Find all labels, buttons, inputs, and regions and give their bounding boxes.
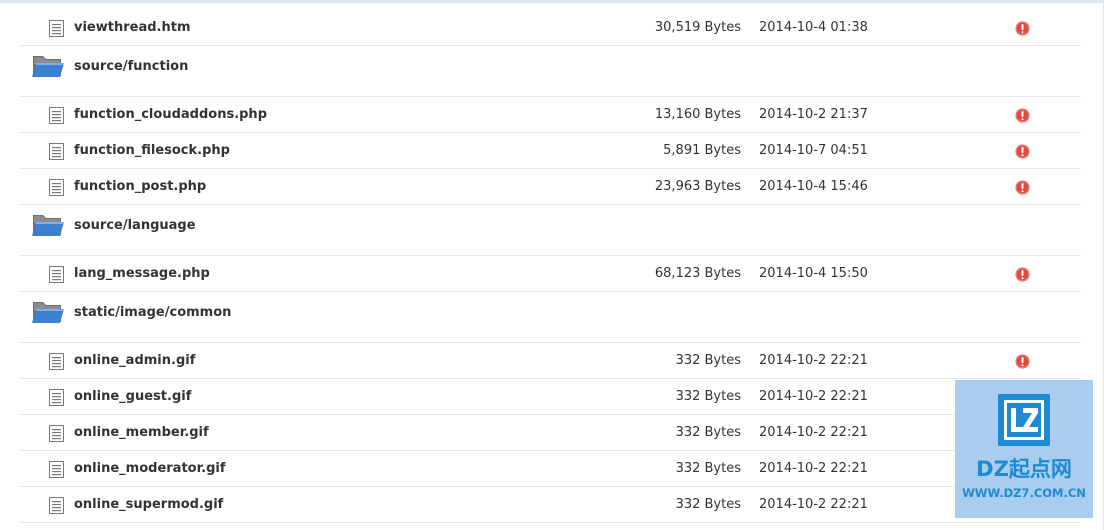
watermark-logo-mark: [998, 394, 1050, 446]
file-row: function_post.php 23,963 Bytes 2014-10-4 1…: [19, 169, 1081, 205]
warning-icon[interactable]: [1015, 21, 1030, 36]
file-size: 332 Bytes: [675, 425, 741, 440]
directory-row: static/image/common: [19, 292, 1081, 343]
file-row: online_supermod.gif 332 Bytes 2014-10-2 22…: [19, 487, 1081, 523]
directory-path: static/image/common: [74, 305, 232, 320]
file-size: 23,963 Bytes: [654, 179, 741, 194]
lz-logo-icon: [1004, 400, 1044, 440]
warning-icon[interactable]: [1015, 354, 1030, 369]
warning-icon[interactable]: [1015, 180, 1030, 195]
directory-row: source/language: [19, 205, 1081, 256]
file-modified-date: 2014-10-7 04:51: [759, 143, 868, 158]
file-modified-date: 2014-10-2 22:21: [759, 497, 868, 512]
file-name: function_filesock.php: [74, 143, 230, 158]
file-row: function_cloudaddons.php 13,160 Bytes 2014…: [19, 97, 1081, 133]
file-size: 5,891 Bytes: [663, 143, 741, 158]
file-size: 30,519 Bytes: [654, 20, 741, 35]
file-row: online_guest.gif 332 Bytes 2014-10-2 22:21: [19, 379, 1081, 415]
file-modified-date: 2014-10-4 15:46: [759, 179, 868, 194]
warning-icon[interactable]: [1015, 144, 1030, 159]
file-name: function_post.php: [74, 179, 207, 194]
file-modified-date: 2014-10-2 21:37: [759, 107, 868, 122]
file-size: 332 Bytes: [675, 461, 741, 476]
document-icon: [49, 179, 64, 196]
file-size: 332 Bytes: [675, 497, 741, 512]
file-name: lang_message.php: [74, 266, 210, 281]
document-icon: [49, 107, 64, 124]
document-icon: [49, 20, 64, 37]
file-modified-date: 2014-10-4 01:38: [759, 20, 868, 35]
document-icon: [49, 353, 64, 370]
file-name: viewthread.htm: [74, 20, 191, 35]
file-name: function_cloudaddons.php: [74, 107, 267, 122]
file-name: online_moderator.gif: [74, 461, 226, 476]
watermark-site-name: DZ起点网: [976, 457, 1072, 481]
file-modified-date: 2014-10-2 22:21: [759, 461, 868, 476]
document-icon: [49, 143, 64, 160]
file-row: online_admin.gif 332 Bytes 2014-10-2 22:21: [19, 343, 1081, 379]
file-row: online_member.gif 332 Bytes 2014-10-2 22:2…: [19, 415, 1081, 451]
file-modified-date: 2014-10-2 22:21: [759, 353, 868, 368]
file-size: 332 Bytes: [675, 389, 741, 404]
watermark-logo: DZ起点网 WWW.DZ7.COM.CN: [955, 380, 1093, 518]
warning-icon[interactable]: [1015, 267, 1030, 282]
file-modified-date: 2014-10-2 22:21: [759, 389, 868, 404]
file-name: online_guest.gif: [74, 389, 192, 404]
directory-row: source/function: [19, 46, 1081, 97]
document-icon: [49, 497, 64, 514]
file-size: 68,123 Bytes: [654, 266, 741, 281]
file-name: online_member.gif: [74, 425, 209, 440]
watermark-site-url: WWW.DZ7.COM.CN: [962, 486, 1086, 500]
directory-path: source/function: [74, 59, 189, 74]
file-size: 332 Bytes: [675, 353, 741, 368]
file-name: online_supermod.gif: [74, 497, 224, 512]
file-size: 13,160 Bytes: [654, 107, 741, 122]
document-icon: [49, 461, 64, 478]
file-list: viewthread.htm 30,519 Bytes 2014-10-4 01:3…: [19, 10, 1081, 523]
folder-icon: [31, 296, 65, 326]
file-row: viewthread.htm 30,519 Bytes 2014-10-4 01:3…: [19, 10, 1081, 46]
file-modified-date: 2014-10-4 15:50: [759, 266, 868, 281]
document-icon: [49, 266, 64, 283]
file-row: function_filesock.php 5,891 Bytes 2014-10-…: [19, 133, 1081, 169]
file-name: online_admin.gif: [74, 353, 196, 368]
file-modified-date: 2014-10-2 22:21: [759, 425, 868, 440]
file-row: online_moderator.gif 332 Bytes 2014-10-2 2…: [19, 451, 1081, 487]
document-icon: [49, 389, 64, 406]
document-icon: [49, 425, 64, 442]
warning-icon[interactable]: [1015, 108, 1030, 123]
top-divider: [0, 0, 1104, 3]
folder-icon: [31, 50, 65, 80]
directory-path: source/language: [74, 218, 196, 233]
file-row: lang_message.php 68,123 Bytes 2014-10-4 15…: [19, 256, 1081, 292]
folder-icon: [31, 209, 65, 239]
